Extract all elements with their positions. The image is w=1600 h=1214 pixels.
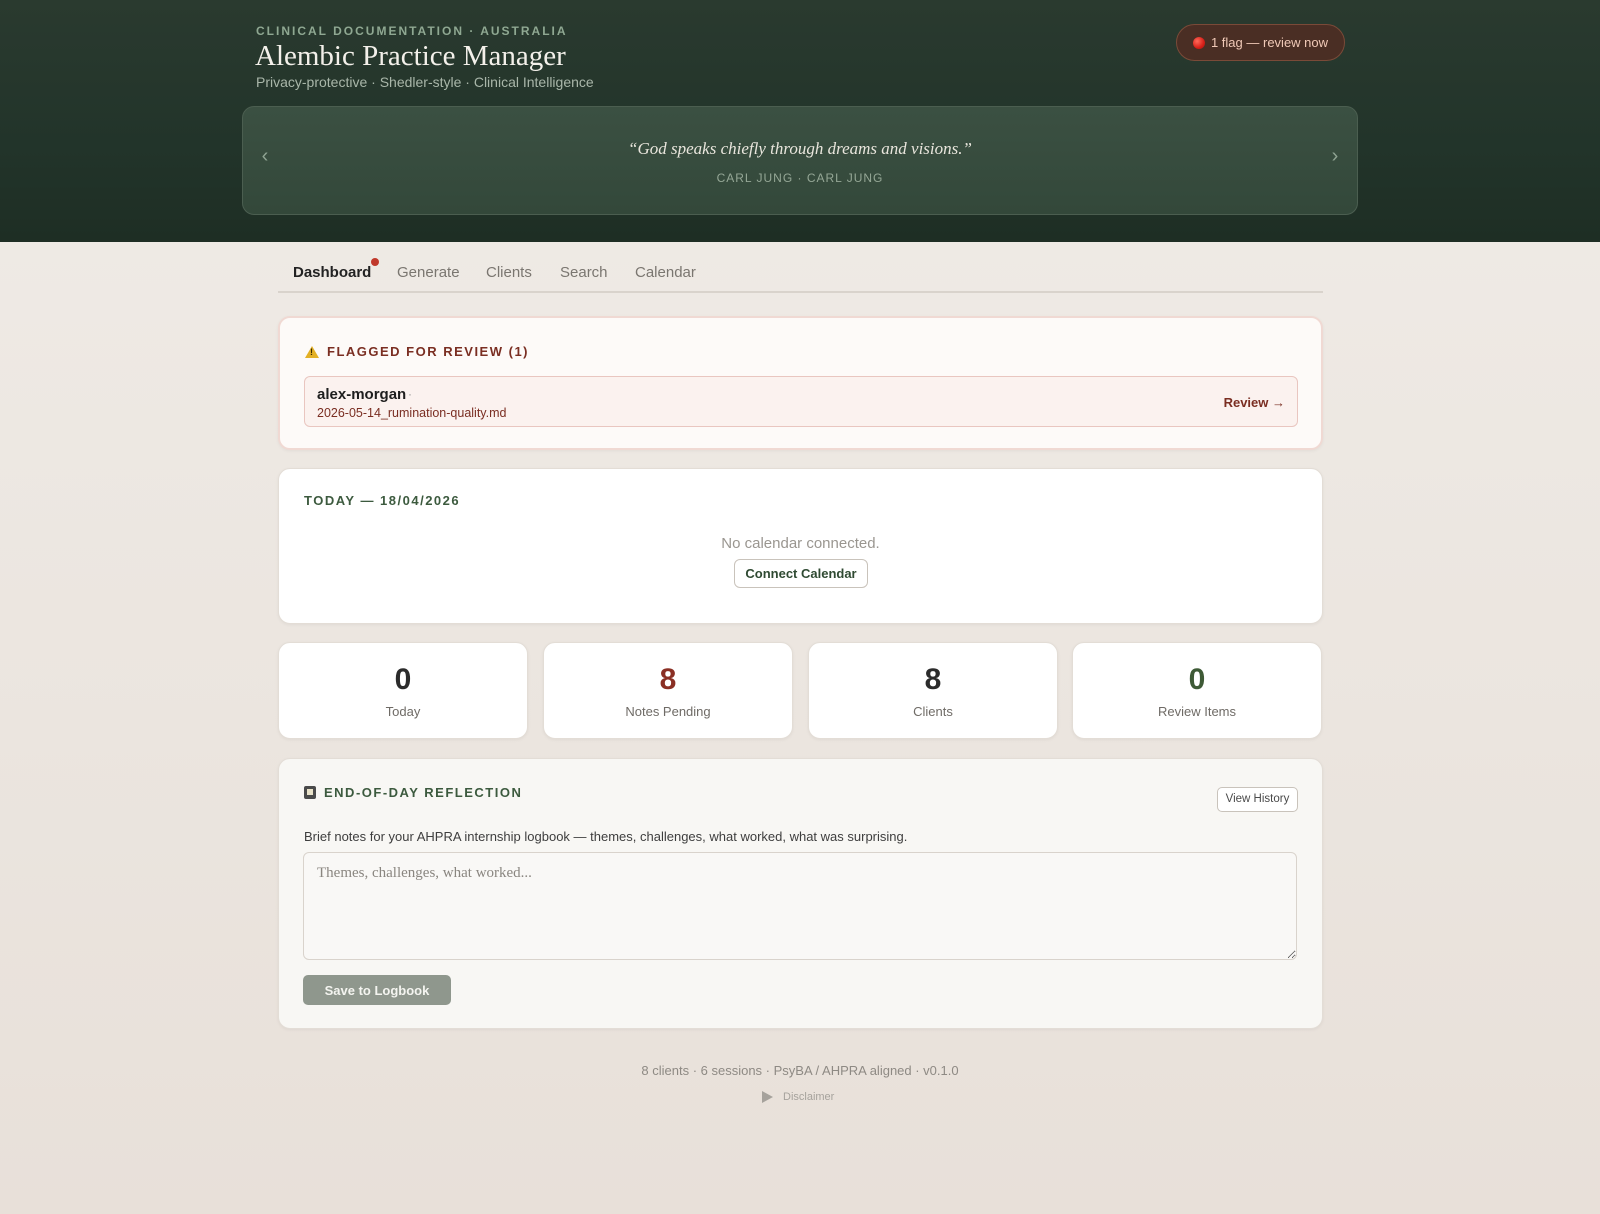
flagged-heading-text: FLAGGED FOR REVIEW (1) <box>327 344 529 359</box>
disclaimer-toggle[interactable]: Disclaimer <box>762 1091 834 1103</box>
save-logbook-button[interactable]: Save to Logbook <box>303 975 451 1005</box>
flag-pill-label: 1 flag — review now <box>1210 35 1329 50</box>
stat-value: 0 <box>1188 663 1206 696</box>
stat-notes-pending: 8 Notes Pending <box>543 642 793 739</box>
app-title: Alembic Practice Manager <box>255 40 566 72</box>
flagged-item[interactable]: alex-morgan · 2026-05-14_rumination-qual… <box>304 376 1298 427</box>
flag-review-pill[interactable]: 1 flag — review now <box>1176 24 1345 61</box>
main-tabs: Dashboard Generate Clients Search Calend… <box>278 252 1323 293</box>
tab-search[interactable]: Search <box>560 264 608 281</box>
notification-dot <box>371 258 379 266</box>
quote-next-button[interactable]: › <box>1323 145 1347 168</box>
app-subtitle: Privacy-protective · Shedler-style · Cli… <box>256 74 594 90</box>
tab-generate[interactable]: Generate <box>397 264 460 281</box>
flagged-heading: FLAGGED FOR REVIEW (1) <box>305 344 529 359</box>
book-icon <box>304 786 316 799</box>
flagged-file: 2026-05-14_rumination-quality.md <box>317 406 507 420</box>
app-header: CLINICAL DOCUMENTATION · AUSTRALIA Alemb… <box>0 0 1600 242</box>
stat-value: 8 <box>659 663 677 696</box>
reflection-description: Brief notes for your AHPRA internship lo… <box>304 829 908 844</box>
stat-review-items: 0 Review Items <box>1072 642 1322 739</box>
review-link[interactable]: Review → <box>1224 395 1285 410</box>
tab-calendar[interactable]: Calendar <box>635 264 696 281</box>
warning-icon <box>305 345 319 358</box>
connect-calendar-button[interactable]: Connect Calendar <box>734 559 868 588</box>
quote-text: “God speaks chiefly through dreams and v… <box>628 139 972 158</box>
reflection-card: END-OF-DAY REFLECTION View History Brief… <box>278 758 1323 1029</box>
flagged-review-card: FLAGGED FOR REVIEW (1) alex-morgan · 202… <box>278 316 1323 450</box>
stat-today: 0 Today <box>278 642 528 739</box>
footer-stats: 8 clients · 6 sessions · PsyBA / AHPRA a… <box>641 1063 959 1078</box>
stat-label: Clients <box>913 704 953 719</box>
tab-dashboard[interactable]: Dashboard <box>293 264 371 281</box>
stat-value: 8 <box>924 663 942 696</box>
reflection-heading: END-OF-DAY REFLECTION <box>304 785 522 800</box>
today-heading: TODAY — 18/04/2026 <box>304 493 461 508</box>
stat-label: Review Items <box>1157 704 1237 719</box>
no-calendar-text: No calendar connected. <box>721 535 880 552</box>
red-dot-icon <box>1192 36 1205 49</box>
quote-attribution: CARL JUNG · CARL JUNG <box>716 171 884 185</box>
stat-label: Notes Pending <box>625 704 711 719</box>
view-history-button[interactable]: View History <box>1217 787 1298 812</box>
disclaimer-label: Disclaimer <box>783 1091 835 1103</box>
stat-clients: 8 Clients <box>808 642 1058 739</box>
reflection-heading-text: END-OF-DAY REFLECTION <box>324 785 523 800</box>
flagged-separator: · <box>408 387 412 401</box>
stat-label: Today <box>385 704 421 719</box>
flagged-client: alex-morgan <box>317 386 407 403</box>
reflection-textarea[interactable] <box>303 852 1297 960</box>
app-eyebrow: CLINICAL DOCUMENTATION · AUSTRALIA <box>256 24 568 38</box>
tab-clients[interactable]: Clients <box>486 264 532 281</box>
stat-value: 0 <box>394 663 412 696</box>
quote-carousel: ‹ “God speaks chiefly through dreams and… <box>242 106 1358 215</box>
today-card: TODAY — 18/04/2026 No calendar connected… <box>278 468 1323 624</box>
triangle-right-icon <box>762 1091 773 1103</box>
